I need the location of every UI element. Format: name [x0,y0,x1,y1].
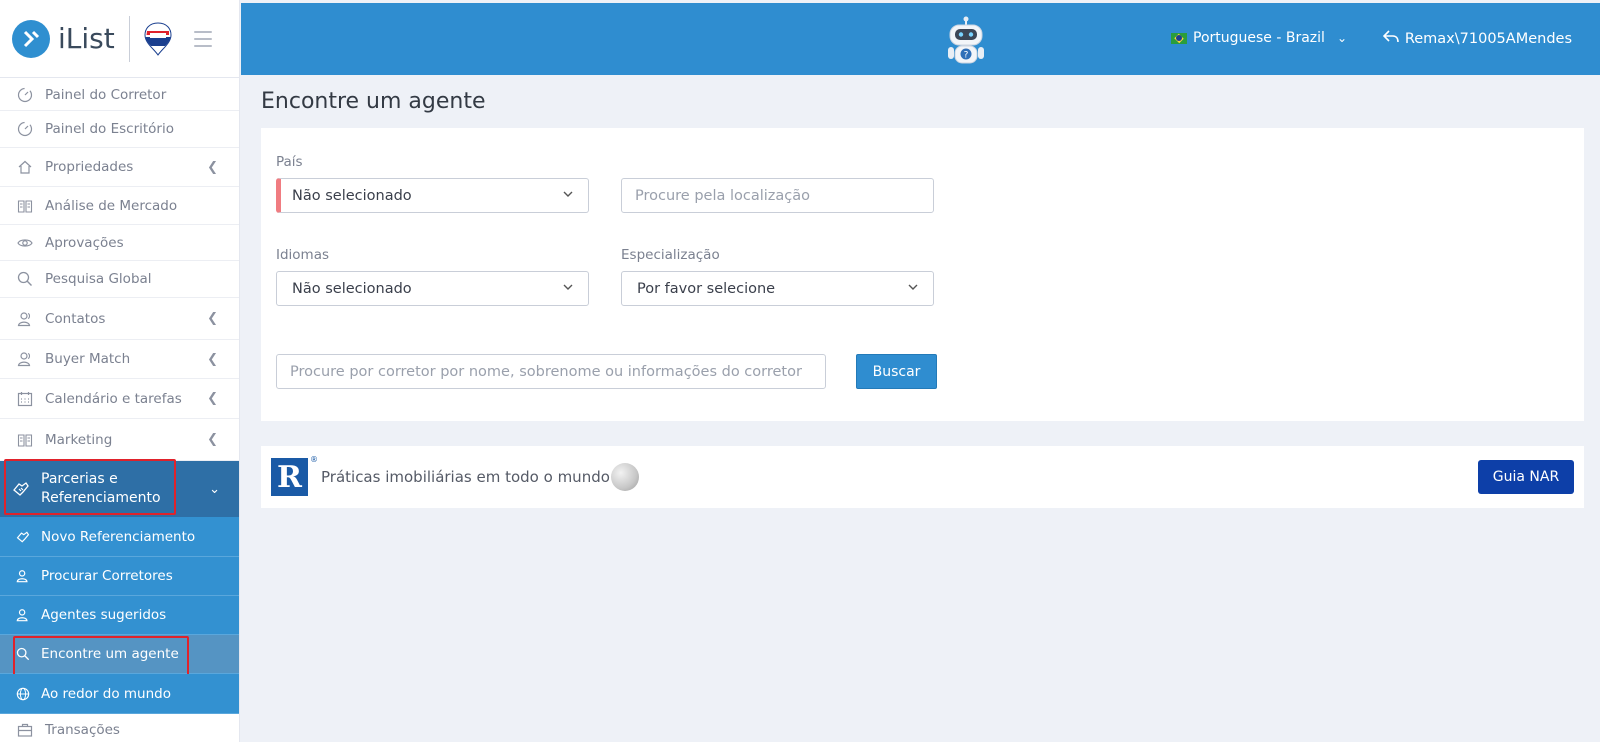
registered-mark: ® [310,455,318,464]
language-label: Portuguese - Brazil [1193,30,1325,46]
sidebar-item-buyer-match[interactable]: Buyer Match ❮ [0,340,239,379]
sidebar-item-label: Propriedades [45,159,134,175]
sidebar-item-label: Buyer Match [45,351,131,367]
sidebar-item-label: Ao redor do mundo [41,685,171,702]
search-form-card: País Não selecionado Idiomas Não selecio… [261,128,1584,421]
sidebar-subitem-procurar-corretores[interactable]: Procurar Corretores [0,557,239,596]
specialization-label: Especialização [621,247,720,263]
brand-header: iList [0,0,239,78]
location-search-input[interactable] [621,178,934,213]
sidebar-item-label: Calendário e tarefas [45,390,182,407]
label-line-2: Referenciamento [41,490,161,506]
sidebar-item-label: Procurar Corretores [41,568,173,584]
nar-realtor-logo: R [271,458,308,496]
sidebar-item-label: Agentes sugeridos [41,607,167,623]
users-icon [16,569,30,583]
sidebar-item-label: Novo Referenciamento [41,528,196,545]
sidebar-item-transacoes[interactable]: Transações [0,714,239,742]
sidebar-item-label: Contatos [45,310,106,327]
globe-icon [16,687,30,701]
sidebar-item-pesquisa-global[interactable]: Pesquisa Global [0,261,239,298]
sidebar-subitem-ao-redor-mundo[interactable]: Ao redor do mundo [0,674,239,714]
chevron-down-icon [562,281,576,295]
sidebar-subitem-encontre-agente[interactable]: Encontre um agente [0,635,239,674]
robot-assistant-icon[interactable]: ? [941,13,991,67]
username-label: Remax\71005AMendes [1404,31,1572,47]
chevron-down-icon [907,281,921,295]
chevron-down-icon: ⌄ [1336,31,1347,45]
chevron-left-icon: ❮ [207,311,218,326]
label-line-1: Parcerias e [41,471,118,487]
sidebar-item-analise-mercado[interactable]: Análise de Mercado [0,187,239,225]
sidebar-item-label: Pesquisa Global [45,271,152,287]
sidebar-item-aprovacoes[interactable]: Aprovações [0,225,239,261]
sidebar-subitem-agentes-sugeridos[interactable]: Agentes sugeridos [0,596,239,635]
user-menu[interactable]: Remax\71005AMendes [1382,30,1572,48]
chevron-left-icon: ❮ [207,391,218,406]
users-icon [16,310,34,328]
chevron-left-icon: ❮ [207,432,218,447]
top-bar: ? Portuguese - Brazil ⌄ Remax\71005AMend… [241,3,1600,75]
languages-label: Idiomas [276,247,330,263]
country-label: País [276,154,303,170]
chevron-left-icon: ❮ [207,351,218,367]
dashboard-icon [16,120,34,138]
dashboard-icon [16,86,34,104]
sidebar-item-label: Transações [45,722,120,738]
sidebar-item-painel-corretor[interactable]: Painel do Corretor [0,79,239,111]
handshake-icon [16,530,30,544]
page-title: Encontre um agente [261,89,486,114]
country-select[interactable]: Não selecionado [276,178,589,213]
sidebar-item-label: Painel do Escritório [45,121,174,137]
chevron-left-icon: ❮ [207,159,218,175]
sidebar-item-label: Aprovações [45,234,124,251]
specialization-select[interactable]: Por favor selecione [621,271,934,306]
search-button[interactable]: Buscar [856,354,937,389]
sidebar-item-parcerias[interactable]: Parcerias e Referenciamento ⌄ [0,461,239,517]
languages-select[interactable]: Não selecionado [276,271,589,306]
nar-banner-text: Práticas imobiliárias em todo o mundo [321,468,610,486]
sidebar-item-label: Encontre um agente [41,646,179,662]
agent-search-input[interactable] [276,354,826,389]
sidebar-item-propriedades[interactable]: Propriedades ❮ [0,148,239,187]
svg-text:?: ? [964,51,969,61]
language-selector[interactable]: Portuguese - Brazil ⌄ [1171,30,1347,46]
chevron-down-icon: ⌄ [209,481,220,497]
sidebar: iList Painel do Corretor Painel do Escri… [0,0,240,742]
hamburger-menu-icon[interactable] [193,30,212,47]
brand-divider [128,15,130,62]
sidebar-item-label: Painel do Corretor [45,86,167,103]
handshake-icon [12,480,30,498]
sidebar-item-marketing[interactable]: Marketing ❮ [0,419,239,461]
reply-arrow-icon [1382,30,1399,48]
remax-balloon-logo [144,21,172,56]
globe-icon [611,463,639,491]
sidebar-item-label: Marketing [45,431,113,448]
book-icon [16,431,34,449]
sidebar-item-calendario[interactable]: Calendário e tarefas ❮ [0,379,239,419]
search-icon [16,647,30,661]
sidebar-item-painel-escritorio[interactable]: Painel do Escritório [0,111,239,148]
ilist-logo-icon [12,19,50,58]
sidebar-subitem-novo-referenciamento[interactable]: Novo Referenciamento [0,517,239,557]
chevron-down-icon [562,188,576,202]
users-icon [16,350,34,368]
sidebar-item-label: Análise de Mercado [45,197,178,214]
home-icon [16,158,34,176]
eye-icon [16,234,34,252]
users-icon [16,608,30,622]
search-icon [16,270,34,288]
nar-guide-button[interactable]: Guia NAR [1478,460,1574,494]
briefcase-icon [16,721,34,739]
brazil-flag-icon [1171,32,1187,44]
languages-select-value: Não selecionado [292,280,412,297]
sidebar-item-label: Parcerias e Referenciamento [41,470,161,508]
specialization-select-value: Por favor selecione [637,280,776,297]
calendar-icon [16,390,34,408]
sidebar-item-contatos[interactable]: Contatos ❮ [0,298,239,340]
book-icon [16,197,34,215]
brand-name: iList [58,22,115,55]
country-select-value: Não selecionado [292,187,412,204]
nar-banner: R ® Práticas imobiliárias em todo o mund… [261,446,1584,508]
